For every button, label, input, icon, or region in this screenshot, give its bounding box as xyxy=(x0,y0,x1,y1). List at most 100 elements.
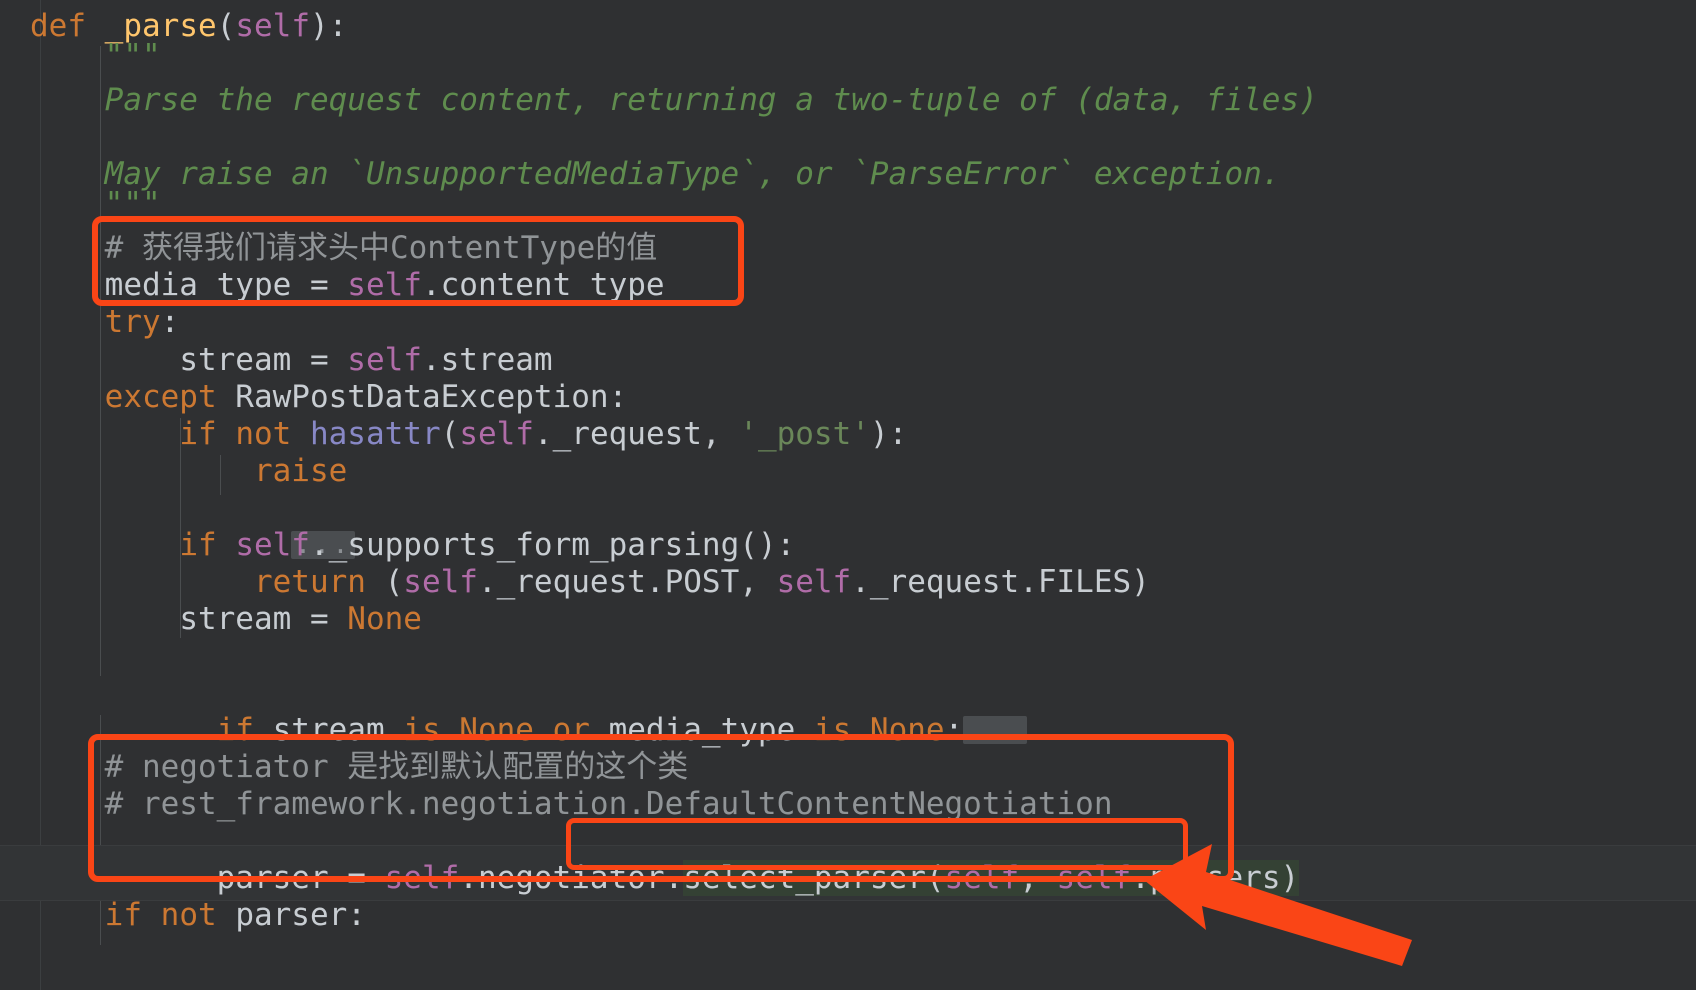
code-token: self xyxy=(1056,860,1132,896)
code-line: try: xyxy=(30,304,180,341)
code-token: # rest_framework.negotiation.DefaultCont… xyxy=(104,786,1113,822)
code-token: .stream xyxy=(421,342,553,378)
code-line: raise xyxy=(30,453,347,490)
code-token: .negotiator. xyxy=(459,860,684,896)
code-token: # 获得我们请求头中ContentType的值 xyxy=(104,230,658,266)
code-token: parser xyxy=(216,860,348,896)
code-token: try xyxy=(104,304,161,340)
code-editor[interactable]: def _parse(self): """ Parse the request … xyxy=(0,0,1696,990)
code-token: parser: xyxy=(216,897,366,933)
code-line: May raise an `UnsupportedMediaType`, or … xyxy=(30,156,1281,193)
code-line: """ xyxy=(30,186,161,223)
code-token: if xyxy=(179,416,217,452)
code-token: self xyxy=(776,564,852,600)
code-token: """ xyxy=(104,186,161,222)
code-token: self xyxy=(235,527,310,563)
code-token: Parse the request content, returning a t… xyxy=(104,82,1318,118)
code-token: """ xyxy=(104,38,161,74)
code-token: self xyxy=(347,342,422,378)
code-line-tokens: parser = self.negotiator. xyxy=(142,860,684,896)
code-token: = xyxy=(309,267,348,303)
code-token: = xyxy=(309,342,348,378)
code-token: self xyxy=(235,8,310,44)
code-token: not xyxy=(160,897,217,933)
fold-placeholder-icon[interactable]: ... xyxy=(963,716,1028,744)
code-token: return xyxy=(253,564,366,600)
code-token: raise xyxy=(253,453,348,489)
code-token: is xyxy=(813,712,852,748)
code-token: hasattr xyxy=(309,416,441,452)
code-token: ( xyxy=(365,564,404,600)
code-line: # 获得我们请求头中ContentType的值 xyxy=(30,230,658,267)
code-token: ) xyxy=(309,8,329,44)
code-token: ._request, xyxy=(533,416,740,452)
code-line: media_type = self.content_type xyxy=(30,267,665,304)
code-token: : xyxy=(160,304,180,340)
code-token: ( xyxy=(216,8,236,44)
code-line-parser-assignment[interactable]: parser = self.negotiator.select_parser(s… xyxy=(30,823,1300,896)
code-token: # negotiator 是找到默认配置的这个类 xyxy=(104,749,689,785)
code-token: self xyxy=(347,267,422,303)
code-token: stream xyxy=(179,601,310,637)
code-token: , xyxy=(1019,860,1057,896)
code-token: media_type xyxy=(589,712,814,748)
code-token: stream xyxy=(179,342,310,378)
code-token: if xyxy=(216,712,254,748)
code-line: # rest_framework.negotiation.DefaultCont… xyxy=(30,786,1113,823)
code-line: except RawPostDataException: xyxy=(30,379,628,416)
code-token: RawPostDataException: xyxy=(216,379,628,415)
code-token: None xyxy=(869,712,945,748)
code-line: if not hasattr(self._request, '_post'): xyxy=(30,416,907,453)
code-token: is xyxy=(403,712,441,748)
code-line: Parse the request content, returning a t… xyxy=(30,82,1318,119)
code-line: """ xyxy=(30,38,161,75)
code-token: media_type xyxy=(104,267,310,303)
code-token: self xyxy=(459,416,534,452)
code-token: not xyxy=(235,416,292,452)
code-token: .content_type xyxy=(421,267,665,303)
code-token: self xyxy=(944,860,1020,896)
code-content[interactable]: def _parse(self): """ Parse the request … xyxy=(0,0,1696,990)
code-line: return (self._request.POST, self._reques… xyxy=(30,564,1150,601)
code-token: .parsers) xyxy=(1131,860,1300,896)
code-token: select_parser( xyxy=(683,860,945,896)
code-line-folded[interactable]: ... xyxy=(30,490,356,559)
code-token: if xyxy=(104,897,142,933)
code-line-tokens: if stream is None or media_type is None: xyxy=(142,712,964,748)
code-token: '_post' xyxy=(739,416,870,452)
code-line: if self._supports_form_parsing(): xyxy=(30,527,795,564)
code-token: stream xyxy=(253,712,404,748)
code-token: ._request.POST, xyxy=(477,564,777,600)
code-token: ._request.FILES) xyxy=(851,564,1150,600)
code-token: : xyxy=(328,8,348,44)
code-selection-select-parser[interactable]: select_parser(self, self.parsers) xyxy=(683,860,1300,896)
code-token: = xyxy=(347,860,385,896)
code-line-with-fold[interactable]: if stream is None or media_type is None:… xyxy=(30,675,1028,748)
code-line: if not parser: xyxy=(30,897,366,934)
code-token: self xyxy=(403,564,478,600)
code-token: ( xyxy=(440,416,460,452)
code-token: ._supports_form_parsing(): xyxy=(309,527,796,563)
